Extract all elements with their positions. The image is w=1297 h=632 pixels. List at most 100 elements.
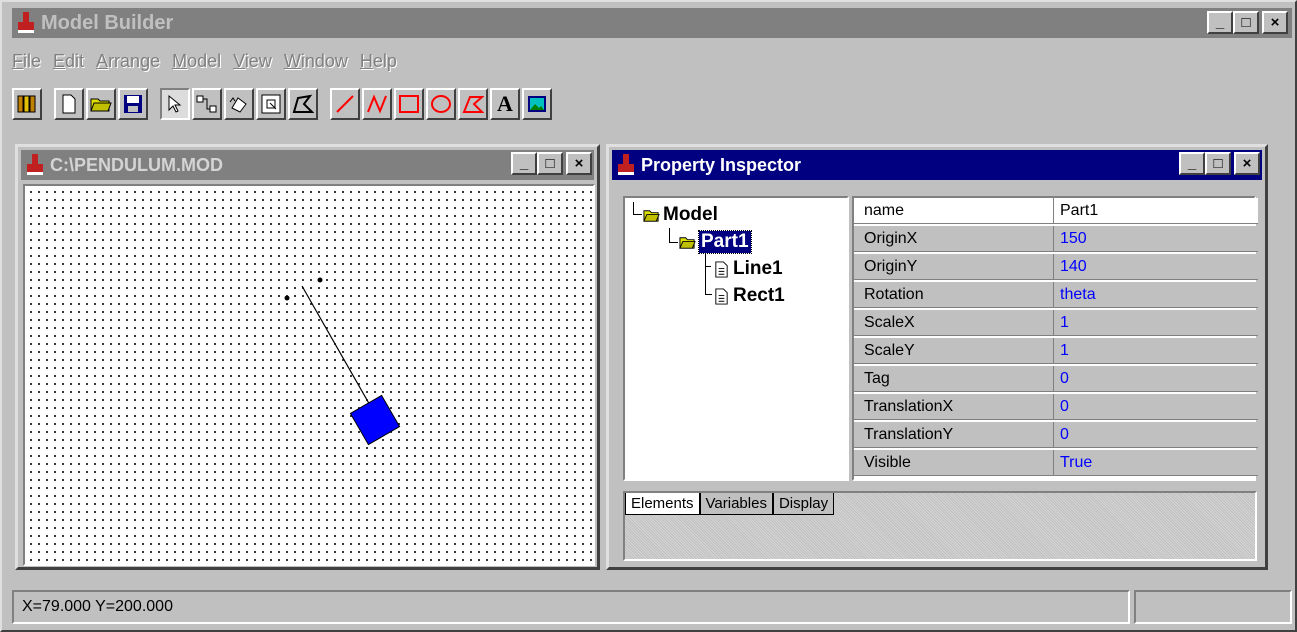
menu-view[interactable]: View <box>233 51 272 72</box>
menu-edit[interactable]: Edit <box>53 51 84 72</box>
polygon-tool-button[interactable] <box>458 88 488 120</box>
toolbar: A <box>12 82 564 126</box>
polyline-tool-button[interactable] <box>362 88 392 120</box>
menu-arrange[interactable]: Arrange <box>96 51 160 72</box>
close-icon: × <box>574 155 584 172</box>
tab-elements[interactable]: Elements <box>625 493 700 515</box>
maximize-icon: □ <box>1213 155 1223 172</box>
property-name: OriginX <box>854 226 1054 252</box>
tab-label: Variables <box>705 495 767 512</box>
close-icon: × <box>1242 155 1252 172</box>
maximize-button[interactable]: □ <box>1233 11 1259 34</box>
tree-item-part1[interactable]: Part1 <box>679 230 752 254</box>
property-row[interactable]: ScaleX 1 <box>854 310 1258 338</box>
polygon-edit-button[interactable] <box>288 88 318 120</box>
tree-item-rect1[interactable]: Rect1 <box>713 285 785 307</box>
pendulum-bob[interactable] <box>349 394 401 446</box>
pi-close-button[interactable]: × <box>1234 152 1260 175</box>
property-name: ScaleX <box>854 310 1054 336</box>
close-icon: × <box>1270 14 1280 31</box>
property-name: Tag <box>854 366 1054 392</box>
property-name: TranslationY <box>854 422 1054 448</box>
minimize-icon: _ <box>519 155 529 172</box>
doc-minimize-button[interactable]: _ <box>511 152 537 175</box>
handle-point[interactable] <box>317 277 323 283</box>
property-value[interactable]: 0 <box>1054 394 1258 420</box>
rotate-button[interactable] <box>224 88 254 120</box>
menu-file[interactable]: File <box>12 51 41 72</box>
pendulum-line[interactable] <box>301 285 376 415</box>
document-window: C:\PENDULUM.MOD _ □ × <box>15 144 600 570</box>
document-titlebar[interactable]: C:\PENDULUM.MOD _ □ × <box>21 150 594 180</box>
tab-display[interactable]: Display <box>772 493 835 515</box>
ellipse-tool-button[interactable] <box>426 88 456 120</box>
property-value[interactable]: 0 <box>1054 422 1258 448</box>
property-value[interactable]: 0 <box>1054 366 1258 392</box>
property-value[interactable]: theta <box>1054 282 1258 308</box>
new-file-icon <box>62 94 76 114</box>
element-tree[interactable]: Model Part1 Line1 Rect1 <box>623 196 849 481</box>
property-row[interactable]: OriginX 150 <box>854 226 1258 254</box>
property-value[interactable]: 140 <box>1054 254 1258 280</box>
open-button[interactable] <box>86 88 116 120</box>
app-titlebar[interactable]: Model Builder _ □ × <box>12 8 1292 38</box>
polygon-edit-icon <box>292 94 314 113</box>
property-row[interactable]: Tag 0 <box>854 366 1258 394</box>
property-name: TranslationX <box>854 394 1054 420</box>
rectangle-tool-button[interactable] <box>394 88 424 120</box>
inspector-window-buttons: _ □ × <box>1179 152 1260 175</box>
property-value[interactable]: 150 <box>1054 226 1258 252</box>
property-row[interactable]: Visible True <box>854 450 1258 478</box>
menu-window[interactable]: Window <box>284 51 348 72</box>
tree-line <box>705 266 711 267</box>
close-button[interactable]: × <box>1262 11 1288 34</box>
pendulum-drawing[interactable] <box>25 186 593 564</box>
property-row[interactable]: ScaleY 1 <box>854 338 1258 366</box>
property-value[interactable]: True <box>1054 450 1258 476</box>
pi-minimize-button[interactable]: _ <box>1179 152 1205 175</box>
maximize-icon: □ <box>1241 14 1251 31</box>
property-inspector-titlebar[interactable]: Property Inspector _ □ × <box>612 150 1262 180</box>
line-tool-icon <box>336 95 354 113</box>
property-row[interactable]: Rotation theta <box>854 282 1258 310</box>
tab-label: Elements <box>631 495 694 512</box>
property-value[interactable]: Part1 <box>1054 198 1258 224</box>
property-row[interactable]: name Part1 <box>854 198 1258 226</box>
property-inspector-title: Property Inspector <box>641 154 802 175</box>
open-folder-icon <box>679 236 696 249</box>
resize-button[interactable] <box>256 88 286 120</box>
handle-point[interactable] <box>284 295 290 301</box>
rectangle-tool-icon <box>399 95 419 113</box>
text-tool-icon: A <box>497 91 513 116</box>
library-icon <box>17 95 36 113</box>
property-row[interactable]: OriginY 140 <box>854 254 1258 282</box>
new-button[interactable] <box>54 88 84 120</box>
property-value[interactable]: 1 <box>1054 338 1258 364</box>
menu-help[interactable]: Help <box>360 51 397 72</box>
polyline-tool-icon <box>367 94 387 114</box>
connect-button[interactable] <box>192 88 222 120</box>
library-button[interactable] <box>12 88 42 120</box>
menu-model[interactable]: Model <box>172 51 221 72</box>
text-tool-button[interactable]: A <box>490 88 520 120</box>
doc-close-button[interactable]: × <box>566 152 592 175</box>
tab-variables[interactable]: Variables <box>699 493 773 515</box>
image-tool-button[interactable] <box>522 88 552 120</box>
property-value[interactable]: 1 <box>1054 310 1258 336</box>
save-button[interactable] <box>118 88 148 120</box>
pointer-button[interactable] <box>160 88 190 120</box>
document-file-icon <box>715 287 728 305</box>
line-tool-button[interactable] <box>330 88 360 120</box>
minimize-button[interactable]: _ <box>1207 11 1233 34</box>
property-row[interactable]: TranslationY 0 <box>854 422 1258 450</box>
tree-item-model[interactable]: Model <box>643 204 718 226</box>
doc-maximize-button[interactable]: □ <box>537 152 563 175</box>
tree-item-line1[interactable]: Line1 <box>713 258 783 280</box>
status-panel <box>1134 590 1292 624</box>
tree-label-line1: Line1 <box>733 258 783 279</box>
open-folder-icon <box>643 209 660 222</box>
pointer-icon <box>168 94 182 113</box>
pi-maximize-button[interactable]: □ <box>1205 152 1231 175</box>
drawing-canvas[interactable] <box>23 184 595 566</box>
property-row[interactable]: TranslationX 0 <box>854 394 1258 422</box>
